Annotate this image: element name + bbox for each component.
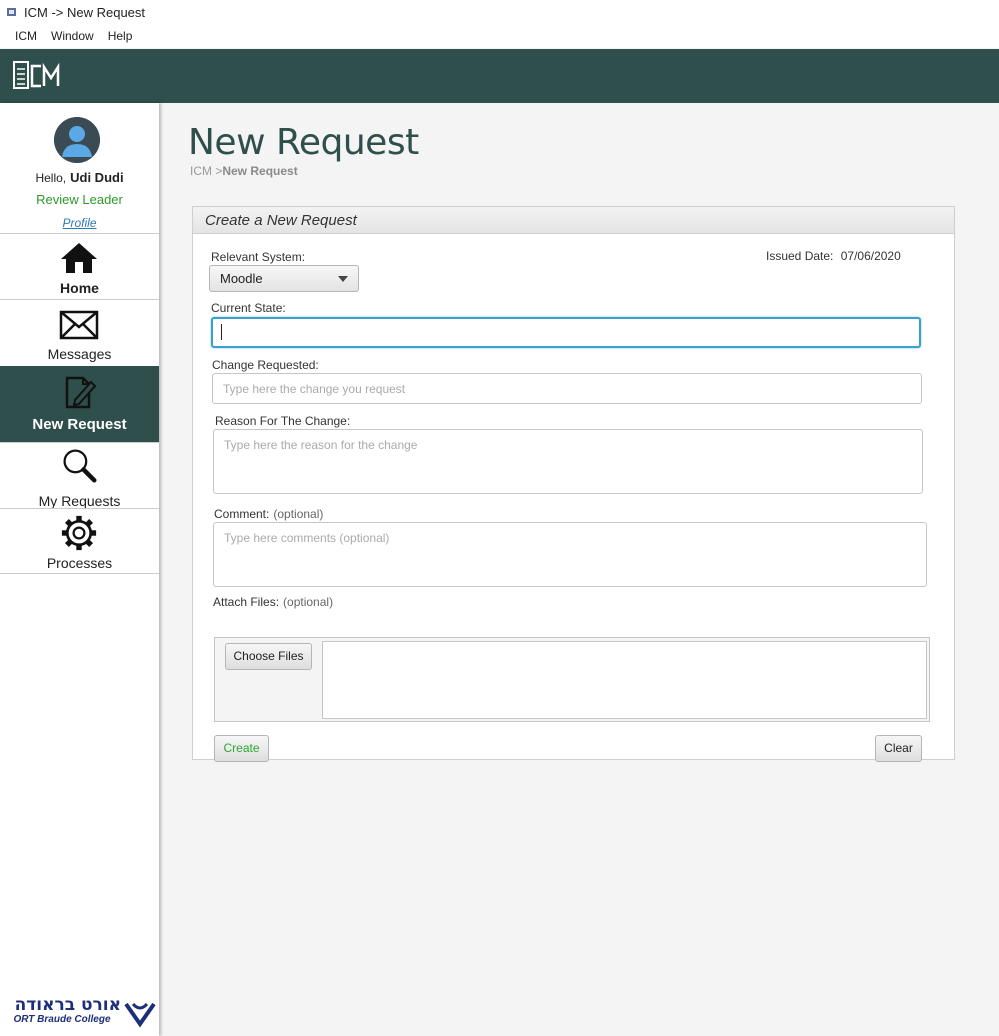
sidebar-item-messages[interactable]: Messages: [0, 299, 159, 365]
greeting-text: Hello,: [35, 171, 67, 185]
sidebar-item-new-request[interactable]: New Request: [0, 366, 159, 442]
envelope-icon: [59, 310, 99, 340]
home-icon: [61, 243, 97, 273]
menu-icm[interactable]: ICM: [8, 29, 44, 43]
choose-files-button[interactable]: Choose Files: [225, 643, 312, 670]
current-state-input[interactable]: [211, 317, 921, 348]
comment-label: Comment:: [214, 507, 270, 521]
attach-label-row: Attach Files: (optional): [213, 595, 333, 609]
reason-label: Reason For The Change:: [215, 414, 351, 428]
menu-help[interactable]: Help: [101, 29, 140, 43]
sidebar-item-processes[interactable]: Processes: [0, 508, 159, 574]
attached-files-list[interactable]: [322, 641, 927, 719]
menu-window[interactable]: Window: [44, 29, 101, 43]
reason-textarea[interactable]: Type here the reason for the change: [213, 429, 923, 494]
college-name-hebrew: אורט בראודה: [14, 995, 121, 1015]
window-title: ICM -> New Request: [24, 4, 146, 20]
chevron-down-icon: [338, 276, 348, 282]
user-role: Review Leader: [36, 192, 123, 207]
sidebar-item-label: Messages: [47, 346, 112, 362]
relevant-system-select[interactable]: Moodle: [209, 265, 359, 292]
panel-title: Create a New Request: [193, 207, 954, 234]
app-header: [0, 49, 999, 103]
attach-optional: (optional): [283, 595, 334, 609]
page-title: New Request: [188, 122, 419, 163]
college-emblem-icon: [124, 1002, 156, 1028]
edit-document-icon: [65, 376, 97, 409]
clear-button[interactable]: Clear: [875, 735, 922, 762]
app-window-icon: [7, 8, 16, 16]
breadcrumb-root[interactable]: ICM >: [190, 164, 222, 178]
sidebar-item-my-requests[interactable]: My Requests: [0, 442, 159, 509]
sidebar-item-label: Home: [60, 280, 99, 296]
panel-body: Relevant System: Issued Date: 07/06/2020…: [193, 234, 954, 762]
sidebar-item-home[interactable]: Home: [0, 233, 159, 299]
text-cursor: [221, 324, 222, 340]
menu-bar: ICM Window Help: [0, 24, 999, 48]
comment-label-row: Comment: (optional): [214, 507, 323, 521]
relevant-system-value: Moodle: [220, 271, 263, 286]
user-greeting: Hello, Udi Dudi: [0, 170, 159, 185]
relevant-system-label: Relevant System:: [211, 250, 306, 264]
sidebar: Hello, Udi Dudi Review Leader Profile Hom…: [0, 103, 159, 1036]
breadcrumb-current: New Request: [222, 164, 298, 178]
sidebar-item-label: My Requests: [38, 493, 121, 509]
attach-label: Attach Files:: [213, 595, 280, 609]
user-name: Udi Dudi: [70, 170, 124, 185]
comment-textarea[interactable]: Type here comments (optional): [213, 522, 927, 587]
issued-date-value: 07/06/2020: [840, 249, 901, 263]
current-state-label: Current State:: [211, 301, 286, 315]
gear-icon: [61, 515, 97, 551]
college-name-english: ORT Braude College: [13, 1014, 111, 1025]
magnifier-icon: [63, 449, 97, 483]
attach-files-box: Choose Files: [214, 637, 930, 722]
create-request-panel: Create a New Request Relevant System: Is…: [192, 206, 955, 762]
comment-optional: (optional): [273, 507, 324, 521]
issued-date-label: Issued Date:: [766, 249, 834, 263]
sidebar-item-label: New Request: [32, 416, 127, 433]
issued-date: Issued Date: 07/06/2020: [766, 249, 901, 263]
window-title-bar: ICM -> New Request: [0, 0, 999, 24]
profile-link[interactable]: Profile: [0, 216, 159, 230]
icm-logo-icon: [13, 61, 60, 89]
sidebar-item-label: Processes: [46, 555, 113, 571]
change-requested-label: Change Requested:: [212, 358, 319, 372]
user-avatar-icon: [54, 117, 100, 163]
create-button[interactable]: Create: [214, 735, 269, 762]
breadcrumb: ICM >New Request: [190, 164, 298, 178]
college-logo: אורט בראודה ORT Braude College: [0, 996, 159, 1032]
avatar: [54, 117, 100, 163]
change-requested-input[interactable]: Type here the change you request: [212, 373, 922, 404]
